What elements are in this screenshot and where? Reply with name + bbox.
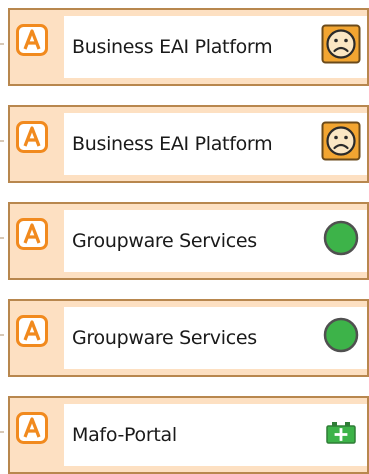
green-circle-icon <box>323 317 359 353</box>
list-tick <box>0 140 4 142</box>
application-a-icon <box>16 412 48 444</box>
application-a-icon <box>16 218 48 250</box>
service-name: Groupware Services <box>72 230 257 252</box>
service-card[interactable]: Groupware Services <box>8 202 369 280</box>
application-a-icon <box>16 24 48 56</box>
service-card[interactable]: Groupware Services <box>8 299 369 377</box>
service-card[interactable]: Business EAI Platform <box>8 105 369 183</box>
service-name: Mafo-Portal <box>72 424 177 446</box>
list-tick <box>0 237 4 239</box>
service-name: Business EAI Platform <box>72 133 273 155</box>
service-card[interactable]: Business EAI Platform <box>8 8 369 86</box>
green-circle-icon <box>323 220 359 256</box>
application-a-icon <box>16 315 48 347</box>
list-tick <box>0 43 4 45</box>
service-card[interactable]: Mafo-Portal <box>8 396 369 474</box>
list-tick <box>0 431 4 433</box>
service-list: Business EAI Platform Business EAI Platf… <box>0 0 369 474</box>
sad-face-icon <box>321 121 361 161</box>
battery-plus-icon <box>326 422 356 444</box>
list-tick <box>0 334 4 336</box>
service-name: Groupware Services <box>72 327 257 349</box>
sad-face-icon <box>321 24 361 64</box>
service-name: Business EAI Platform <box>72 36 273 58</box>
application-a-icon <box>16 121 48 153</box>
